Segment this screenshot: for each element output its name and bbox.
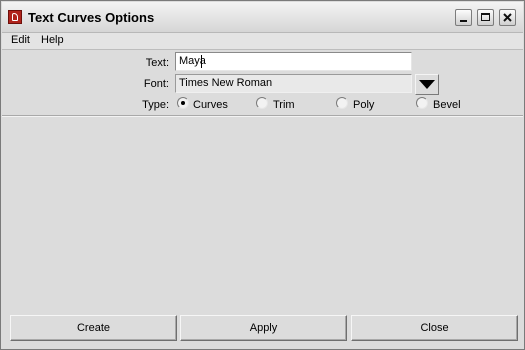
type-label: Type: xyxy=(142,99,169,111)
title-bar[interactable]: Text Curves Options xyxy=(2,2,523,33)
type-poly-radio[interactable] xyxy=(336,97,348,109)
type-curves-label[interactable]: Curves xyxy=(193,99,228,111)
text-input[interactable]: Maya xyxy=(175,52,412,71)
type-bevel-radio[interactable] xyxy=(416,97,428,109)
type-trim-label[interactable]: Trim xyxy=(273,99,295,111)
type-bevel-label[interactable]: Bevel xyxy=(433,99,461,111)
text-curves-options-window: Text Curves Options Edit Help Text: Maya… xyxy=(0,0,525,350)
close-icon xyxy=(503,13,512,22)
type-curves-radio[interactable] xyxy=(177,97,189,109)
apply-button[interactable]: Apply xyxy=(180,315,347,341)
menu-edit[interactable]: Edit xyxy=(11,34,30,46)
font-label: Font: xyxy=(143,78,169,90)
window-title: Text Curves Options xyxy=(28,10,155,25)
menu-help[interactable]: Help xyxy=(41,34,64,46)
font-dropdown-button[interactable] xyxy=(415,74,439,95)
menu-bar: Edit Help xyxy=(2,33,523,50)
type-poly-label[interactable]: Poly xyxy=(353,99,374,111)
type-trim-radio[interactable] xyxy=(256,97,268,109)
triangle-down-icon xyxy=(419,80,435,89)
font-field[interactable]: Times New Roman xyxy=(175,74,412,93)
close-window-button[interactable] xyxy=(499,9,516,26)
options-separator xyxy=(2,115,523,117)
minimize-button[interactable] xyxy=(455,9,472,26)
maximize-button[interactable] xyxy=(477,9,494,26)
close-button[interactable]: Close xyxy=(351,315,518,341)
create-button[interactable]: Create xyxy=(10,315,177,341)
text-label: Text: xyxy=(145,57,169,69)
maya-app-icon xyxy=(8,10,22,24)
text-cursor xyxy=(201,55,202,68)
